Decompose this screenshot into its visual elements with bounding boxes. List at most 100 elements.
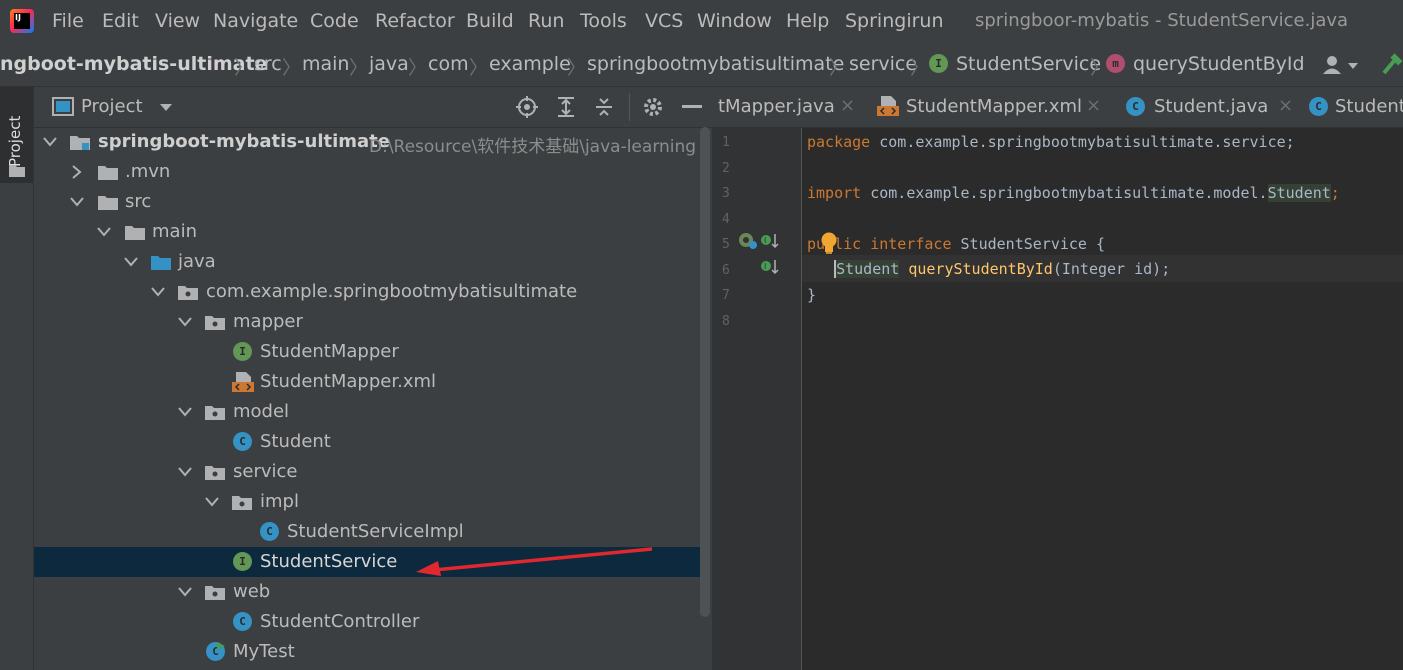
tab-studentmapper-xml[interactable]: StudentMapper.xml × (872, 87, 1112, 127)
menu-file[interactable]: File (52, 10, 84, 32)
menu-bar: IJ File Edit View Navigate Code Refactor… (0, 0, 1403, 44)
class-icon: C (1309, 97, 1328, 116)
tree-row-module[interactable]: springboot-mybatis-ultimate D:\Resource\… (34, 127, 704, 157)
chevron-down-icon[interactable] (177, 405, 193, 421)
lightbulb-icon[interactable] (819, 231, 839, 255)
chevron-down-icon[interactable] (150, 285, 166, 301)
tree-row-main[interactable]: main (34, 217, 704, 247)
tree-label: main (152, 221, 197, 242)
crumb-main[interactable]: main (302, 53, 349, 75)
minimize-icon[interactable] (682, 105, 702, 109)
editor-tabs: tMapper.java × StudentMapper.xml × C Stu… (712, 87, 1403, 128)
root-path: D:\Resource\软件技术基础\java-learning (369, 137, 697, 157)
chevron-down-icon[interactable] (96, 225, 112, 241)
close-icon[interactable]: × (1278, 95, 1293, 116)
chevron-down-icon[interactable] (69, 195, 85, 211)
tree-row-src[interactable]: src (34, 187, 704, 217)
line-number: 4 (722, 212, 730, 227)
package-icon (205, 316, 225, 330)
menu-help[interactable]: Help (786, 10, 829, 32)
interface-icon: I (233, 552, 252, 571)
project-tool-tab[interactable]: Project (0, 87, 33, 183)
tree-row-student[interactable]: C Student (34, 427, 704, 457)
spring-bean-icon[interactable] (738, 232, 758, 250)
code-editor[interactable]: package com.example.springbootmybatisult… (802, 128, 1403, 670)
svg-text:I: I (764, 236, 766, 245)
build-hammer-icon[interactable] (1380, 53, 1403, 77)
chevron-down-icon[interactable] (204, 495, 220, 511)
tree-row-studentcontroller[interactable]: C StudentController (34, 607, 704, 637)
tab-student-java[interactable]: C Student.java × (1122, 87, 1297, 127)
tree-row-mytest[interactable]: C MyTest (34, 637, 704, 667)
crumb-project[interactable]: ngboot-mybatis-ultimate (0, 53, 267, 75)
crumb-service[interactable]: service (849, 53, 917, 75)
tree-row-studentmapper[interactable]: I StudentMapper (34, 337, 704, 367)
chevron-down-icon[interactable] (159, 103, 173, 113)
menu-view[interactable]: View (155, 10, 200, 32)
collapse-all-icon[interactable] (594, 96, 614, 118)
user-icon[interactable] (1322, 54, 1362, 76)
code-line-1: package com.example.springbootmybatisult… (807, 133, 1295, 151)
menu-run[interactable]: Run (528, 10, 564, 32)
window-title: springboor-mybatis - StudentService.java (975, 10, 1349, 31)
tree-label: Student (260, 431, 331, 452)
crumb-method[interactable]: queryStudentById (1133, 53, 1305, 75)
crumb-example[interactable]: example (489, 53, 571, 75)
menu-edit[interactable]: Edit (102, 10, 139, 32)
tab-mapper-java[interactable]: tMapper.java × (712, 87, 862, 127)
close-icon[interactable]: × (840, 95, 855, 116)
tree-row-mvn[interactable]: .mvn (34, 157, 704, 187)
project-panel-title[interactable]: Project (81, 96, 143, 117)
menu-springirun[interactable]: Springirun (845, 10, 944, 32)
chevron-down-icon[interactable] (42, 135, 58, 151)
project-scrollbar[interactable] (700, 127, 710, 617)
chevron-down-icon[interactable] (177, 585, 193, 601)
xml-file-icon (232, 372, 254, 392)
tree-row-impl[interactable]: impl (34, 487, 704, 517)
tree-row-package-root[interactable]: com.example.springbootmybatisultimate (34, 277, 704, 307)
menu-tools[interactable]: Tools (580, 10, 627, 32)
svg-text:I: I (764, 262, 766, 271)
crumb-com[interactable]: com (428, 53, 469, 75)
tool-window-strip: Project (0, 87, 34, 670)
menu-code[interactable]: Code (310, 10, 359, 32)
menu-window[interactable]: Window (697, 10, 772, 32)
implemented-icon[interactable]: I (760, 258, 780, 276)
chevron-down-icon[interactable] (177, 465, 193, 481)
crumb-package[interactable]: springbootmybatisultimate (587, 53, 844, 75)
crumb-java[interactable]: java (369, 53, 409, 75)
tab-label: Student (1335, 96, 1403, 117)
chevron-down-icon[interactable] (177, 315, 193, 331)
crumb-studentservice[interactable]: StudentService (956, 53, 1101, 75)
tree-row-model[interactable]: model (34, 397, 704, 427)
crumb-src[interactable]: src (254, 53, 282, 75)
tree-row-studentmapper-xml[interactable]: StudentMapper.xml (34, 367, 704, 397)
xml-file-icon (877, 96, 899, 116)
code-line-7: } (807, 286, 817, 304)
tree-label: java (178, 251, 216, 272)
menu-build[interactable]: Build (466, 10, 514, 32)
tree-row-mapper[interactable]: mapper (34, 307, 704, 337)
tree-label: src (125, 191, 152, 212)
menu-vcs[interactable]: VCS (645, 10, 683, 32)
code-line-6: Student queryStudentById(Integer id); (834, 260, 1171, 278)
implemented-icon[interactable]: I (760, 232, 780, 250)
locate-icon[interactable] (516, 96, 538, 118)
tab-student-more[interactable]: C Student (1307, 87, 1403, 127)
chevron-down-icon[interactable] (123, 255, 139, 271)
tree-row-service[interactable]: service (34, 457, 704, 487)
package-icon (232, 496, 252, 510)
menu-refactor[interactable]: Refactor (375, 10, 455, 32)
gear-icon[interactable] (642, 96, 664, 118)
tree-row-java[interactable]: java (34, 247, 704, 277)
tree-label: StudentService (260, 551, 398, 572)
menu-navigate[interactable]: Navigate (213, 10, 298, 32)
expand-all-icon[interactable] (556, 96, 576, 118)
chevron-right-icon[interactable] (70, 164, 86, 180)
class-icon: C (260, 522, 279, 541)
code-line-5: public interface StudentService { (807, 235, 1106, 253)
close-icon[interactable]: × (1086, 95, 1101, 116)
interface-icon: I (929, 54, 948, 73)
tree-label: service (233, 461, 298, 482)
project-panel-header: Project (34, 87, 712, 128)
